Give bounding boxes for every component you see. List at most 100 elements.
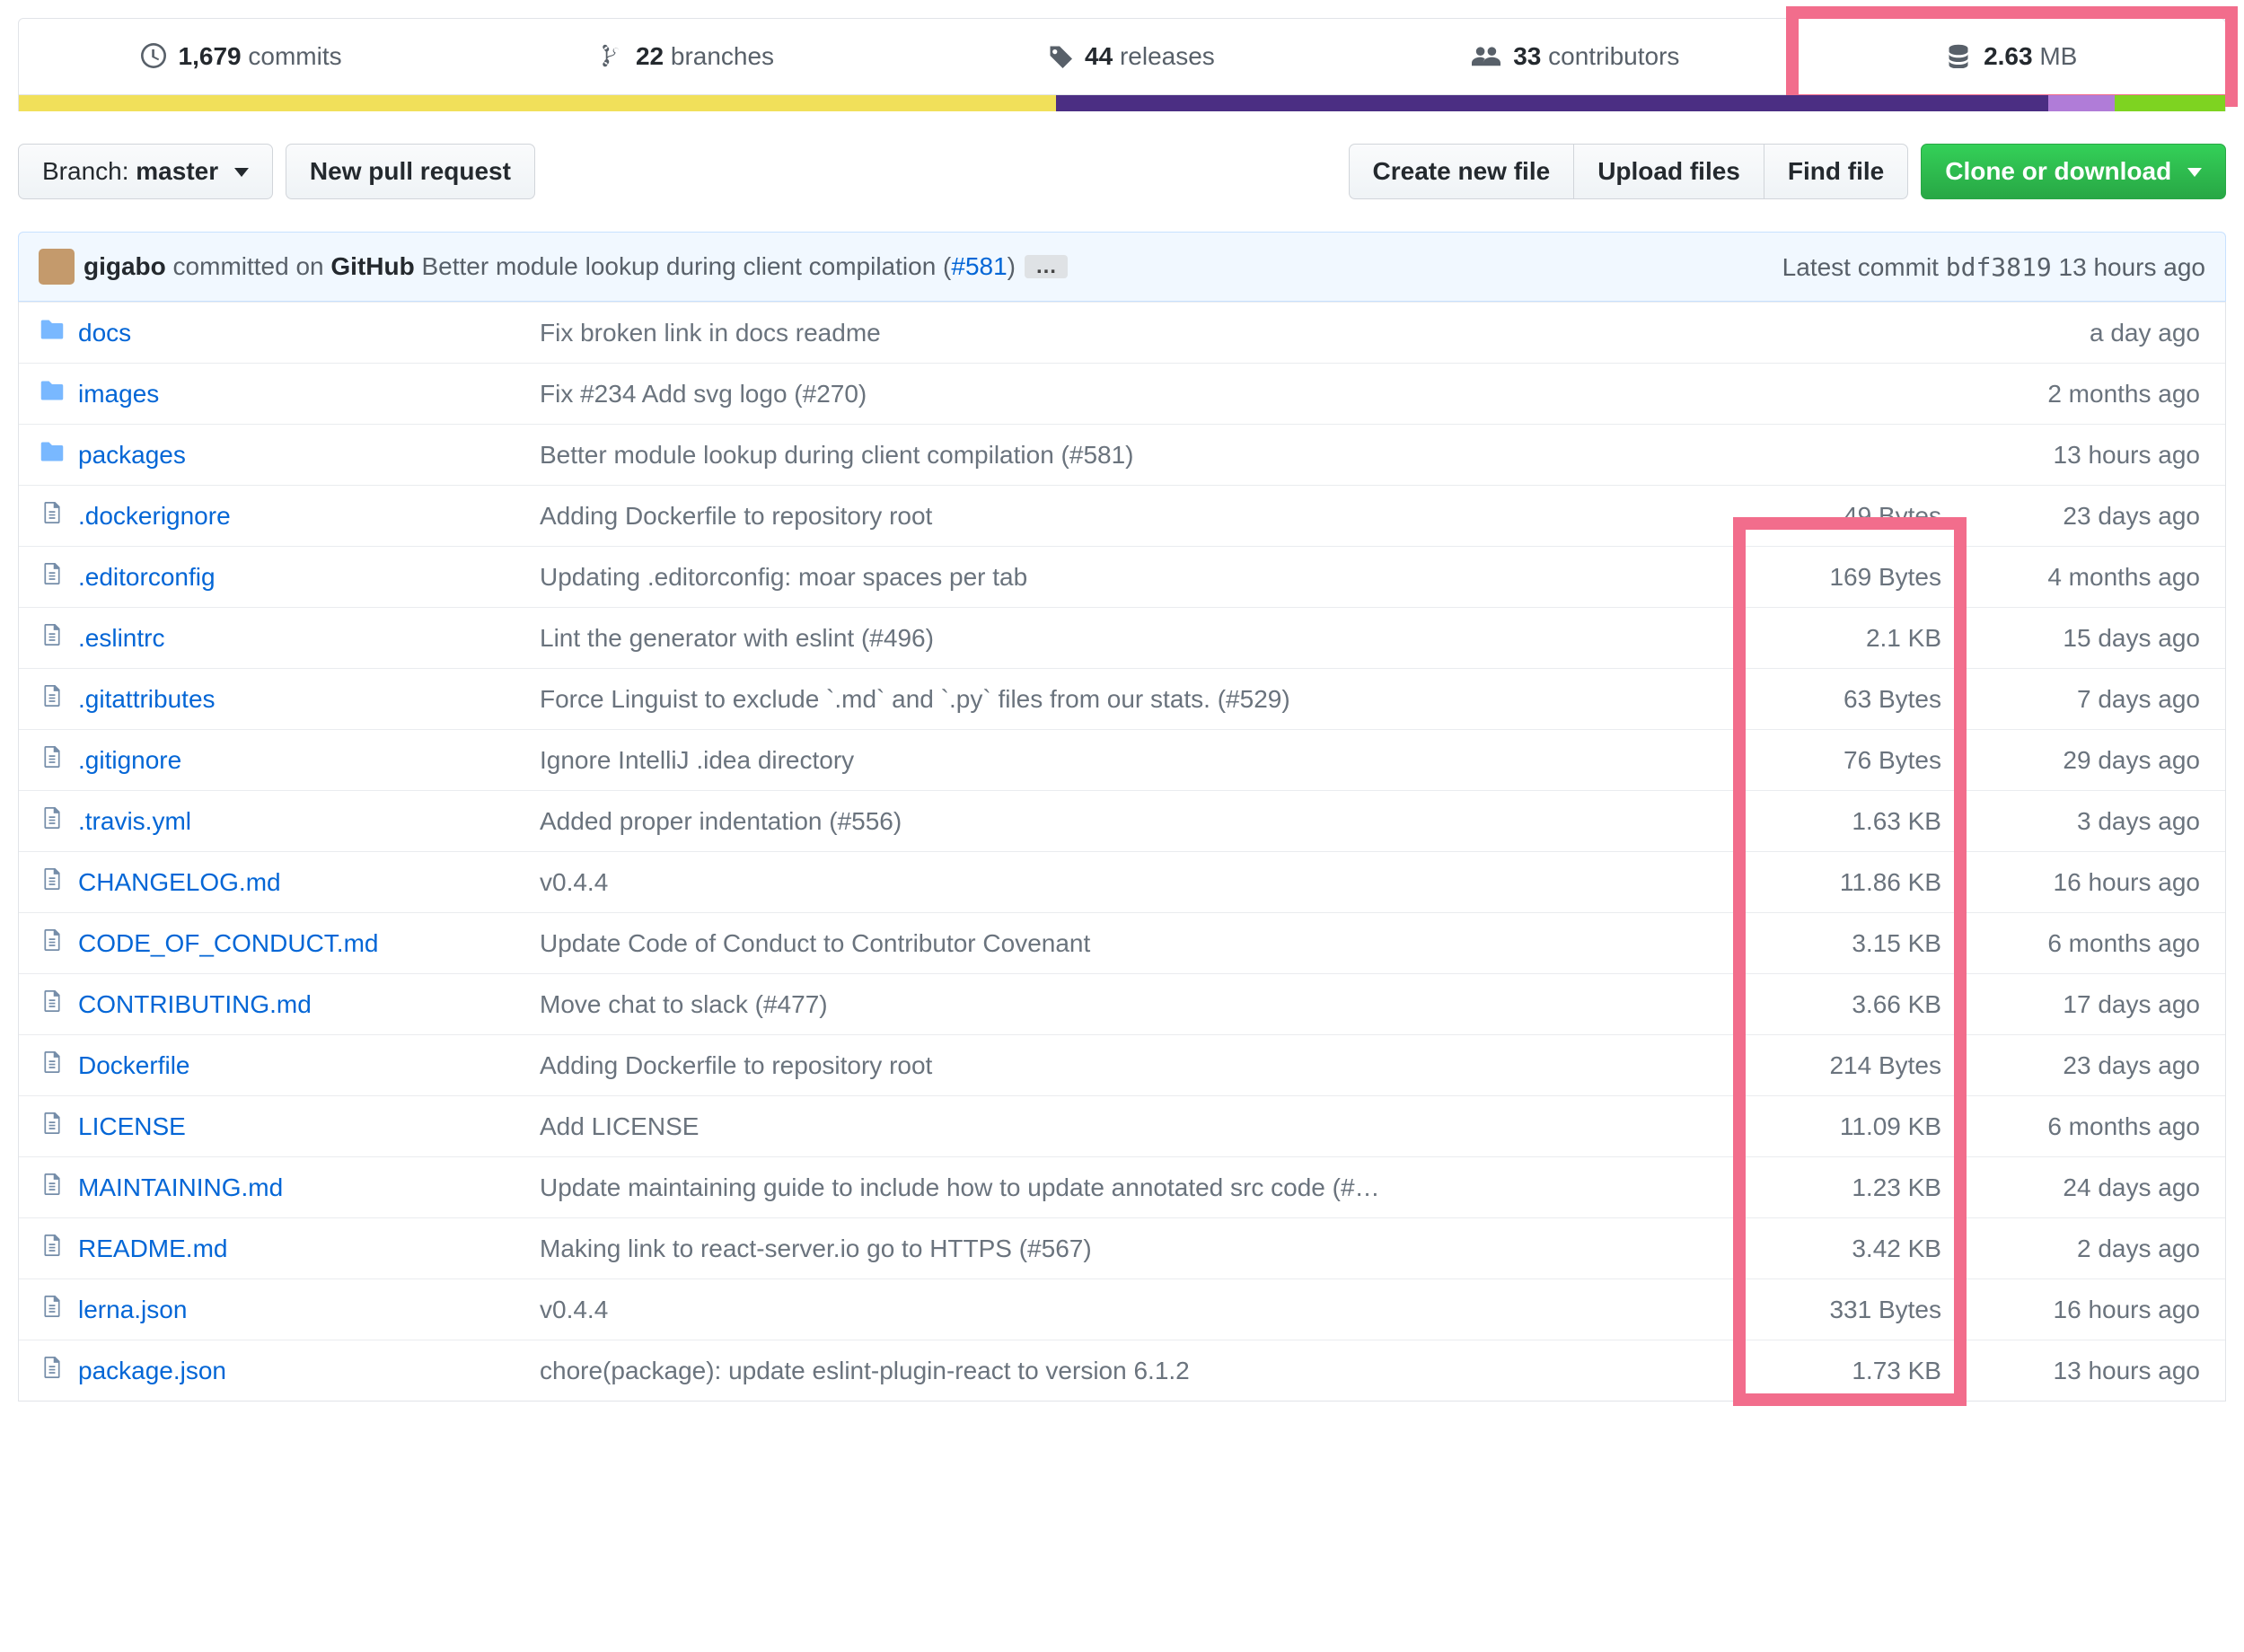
chevron-down-icon	[234, 168, 249, 177]
commit-author[interactable]: gigabo	[84, 252, 166, 280]
file-commit-message[interactable]: Move chat to slack (#477)	[540, 990, 1749, 1019]
file-size: 3.42 KB	[1762, 1235, 1941, 1263]
file-name-link[interactable]: MAINTAINING.md	[78, 1173, 527, 1202]
file-icon	[39, 744, 66, 776]
file-size: 169 Bytes	[1762, 563, 1941, 592]
file-age: 2 days ago	[1954, 1235, 2205, 1263]
repo-toolbar: Branch: master New pull request Create n…	[18, 144, 2226, 199]
language-segment[interactable]	[19, 95, 1056, 111]
file-row: .eslintrc Lint the generator with eslint …	[19, 607, 2225, 668]
file-row: package.json chore(package): update eslin…	[19, 1340, 2225, 1401]
file-name-link[interactable]: .editorconfig	[78, 563, 527, 592]
file-name-link[interactable]: packages	[78, 441, 527, 470]
file-commit-message[interactable]: v0.4.4	[540, 1296, 1749, 1324]
stat-contributors[interactable]: 33 contributors	[1353, 19, 1798, 94]
file-commit-message[interactable]: Update maintaining guide to include how …	[540, 1173, 1749, 1202]
language-segment[interactable]	[1056, 95, 2049, 111]
stat-commits[interactable]: 1,679 commits	[19, 19, 463, 94]
language-bar[interactable]	[18, 95, 2226, 111]
file-commit-message[interactable]: v0.4.4	[540, 868, 1749, 897]
file-size: 3.15 KB	[1762, 929, 1941, 958]
file-row: .dockerignore Adding Dockerfile to reposi…	[19, 485, 2225, 546]
latest-commit-label: Latest commit	[1782, 253, 1939, 281]
ellipsis-button[interactable]: …	[1025, 255, 1068, 278]
file-commit-message[interactable]: Adding Dockerfile to repository root	[540, 1051, 1749, 1080]
file-name-link[interactable]: package.json	[78, 1357, 527, 1385]
file-commit-message[interactable]: Fix broken link in docs readme	[540, 319, 1749, 347]
file-name-link[interactable]: .gitignore	[78, 746, 527, 775]
file-icon	[39, 1050, 66, 1081]
file-size: 76 Bytes	[1762, 746, 1941, 775]
file-size: 2.1 KB	[1762, 624, 1941, 653]
file-icon	[39, 866, 66, 898]
file-row: Dockerfile Adding Dockerfile to repositor…	[19, 1034, 2225, 1095]
people-icon	[1472, 43, 1500, 68]
file-name-link[interactable]: .travis.yml	[78, 807, 527, 836]
commit-message-close: )	[1008, 252, 1016, 280]
create-new-file-button[interactable]: Create new file	[1349, 144, 1574, 199]
file-commit-message[interactable]: Adding Dockerfile to repository root	[540, 502, 1749, 531]
file-name-link[interactable]: Dockerfile	[78, 1051, 527, 1080]
file-name-link[interactable]: images	[78, 380, 527, 409]
branch-icon	[598, 43, 623, 68]
file-name-link[interactable]: docs	[78, 319, 527, 347]
repo-stats-bar: 1,679 commits 22 branches 44 releases 33…	[18, 18, 2226, 95]
file-commit-message[interactable]: Update Code of Conduct to Contributor Co…	[540, 929, 1749, 958]
branch-label: branches	[671, 42, 774, 70]
commit-age: 13 hours ago	[2059, 253, 2205, 281]
clone-download-button[interactable]: Clone or download	[1921, 144, 2226, 199]
file-age: 13 hours ago	[1954, 1357, 2205, 1385]
file-age: 16 hours ago	[1954, 868, 2205, 897]
language-segment[interactable]	[2115, 95, 2225, 111]
file-age: 6 months ago	[1954, 929, 2205, 958]
file-name-link[interactable]: CODE_OF_CONDUCT.md	[78, 929, 527, 958]
file-commit-message[interactable]: Added proper indentation (#556)	[540, 807, 1749, 836]
file-name-link[interactable]: lerna.json	[78, 1296, 527, 1324]
stat-releases[interactable]: 44 releases	[909, 19, 1353, 94]
stat-branches[interactable]: 22 branches	[463, 19, 908, 94]
file-name-link[interactable]: README.md	[78, 1235, 527, 1263]
tag-icon	[1047, 43, 1072, 68]
file-icon	[39, 1233, 66, 1264]
file-size: 214 Bytes	[1762, 1051, 1941, 1080]
file-name-link[interactable]: .gitattributes	[78, 685, 527, 714]
commit-message[interactable]: Better module lookup during client compi…	[422, 252, 952, 280]
find-file-button[interactable]: Find file	[1764, 144, 1908, 199]
new-pull-request-button[interactable]: New pull request	[286, 144, 535, 199]
file-age: 4 months ago	[1954, 563, 2205, 592]
commit-sha[interactable]: bdf3819	[1946, 252, 2052, 282]
size-value: 2.63	[1984, 42, 2033, 70]
file-row: .gitignore Ignore IntelliJ .idea director…	[19, 729, 2225, 790]
file-name-link[interactable]: CONTRIBUTING.md	[78, 990, 527, 1019]
file-commit-message[interactable]: Updating .editorconfig: moar spaces per …	[540, 563, 1749, 592]
file-name-link[interactable]: .eslintrc	[78, 624, 527, 653]
file-icon	[39, 1355, 66, 1386]
file-name-link[interactable]: CHANGELOG.md	[78, 868, 527, 897]
commit-verb: committed on	[173, 252, 324, 280]
file-commit-message[interactable]: Making link to react-server.io go to HTT…	[540, 1235, 1749, 1263]
file-icon	[39, 683, 66, 715]
file-commit-message[interactable]: Lint the generator with eslint (#496)	[540, 624, 1749, 653]
language-segment[interactable]	[2048, 95, 2115, 111]
avatar[interactable]	[39, 249, 75, 285]
file-size: 49 Bytes	[1762, 502, 1941, 531]
file-commit-message[interactable]: Fix #234 Add svg logo (#270)	[540, 380, 1749, 409]
file-commit-message[interactable]: chore(package): update eslint-plugin-rea…	[540, 1357, 1749, 1385]
file-commit-message[interactable]: Ignore IntelliJ .idea directory	[540, 746, 1749, 775]
file-table: docsFix broken link in docs readmea day …	[18, 302, 2226, 1402]
file-name-link[interactable]: LICENSE	[78, 1112, 527, 1141]
folder-icon	[39, 378, 66, 409]
file-name-link[interactable]: .dockerignore	[78, 502, 527, 531]
file-age: 16 hours ago	[1954, 1296, 2205, 1324]
upload-files-button[interactable]: Upload files	[1573, 144, 1764, 199]
stat-size[interactable]: 2.63 MB	[1799, 19, 2225, 94]
file-commit-message[interactable]: Add LICENSE	[540, 1112, 1749, 1141]
file-age: 17 days ago	[1954, 990, 2205, 1019]
branch-select-button[interactable]: Branch: master	[18, 144, 273, 199]
commit-pr-link[interactable]: #581	[951, 252, 1007, 280]
file-commit-message[interactable]: Better module lookup during client compi…	[540, 441, 1749, 470]
file-icon	[39, 622, 66, 654]
file-commit-message[interactable]: Force Linguist to exclude `.md` and `.py…	[540, 685, 1749, 714]
file-age: 15 days ago	[1954, 624, 2205, 653]
file-age: 23 days ago	[1954, 502, 2205, 531]
